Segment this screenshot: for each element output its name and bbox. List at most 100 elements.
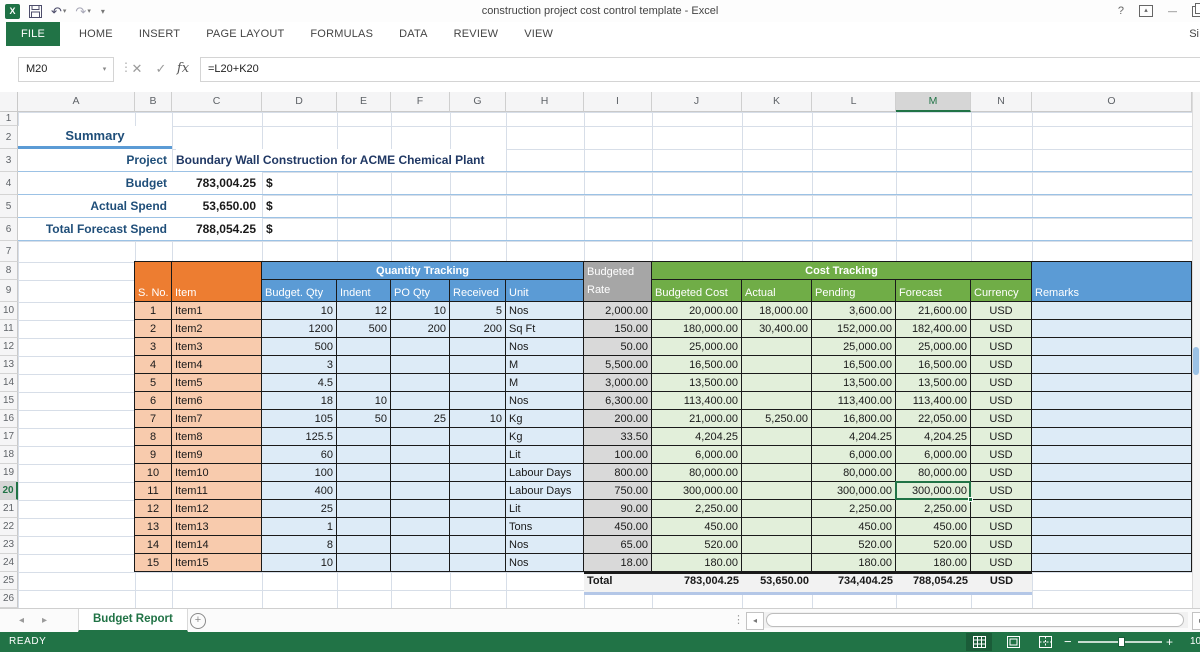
table-cell[interactable]: 2,000.00 bbox=[584, 302, 652, 320]
table-cell[interactable] bbox=[742, 554, 812, 572]
table-cell[interactable] bbox=[450, 500, 506, 518]
table-cell[interactable]: 6,000.00 bbox=[896, 446, 971, 464]
table-cell[interactable] bbox=[391, 338, 450, 356]
table-cell[interactable]: 300,000.00 bbox=[652, 482, 742, 500]
undo-caret-icon[interactable]: ▾ bbox=[63, 8, 67, 15]
page-layout-view-button[interactable] bbox=[1000, 633, 1026, 651]
table-cell[interactable]: 80,000.00 bbox=[812, 464, 896, 482]
table-cell[interactable] bbox=[391, 464, 450, 482]
row-header-3[interactable]: 3 bbox=[0, 149, 18, 172]
table-cell[interactable]: 520.00 bbox=[812, 536, 896, 554]
table-cell[interactable]: 100 bbox=[262, 464, 337, 482]
table-cell[interactable]: Nos bbox=[506, 554, 584, 572]
table-cell[interactable] bbox=[391, 428, 450, 446]
table-cell[interactable]: Item3 bbox=[172, 338, 262, 356]
table-cell[interactable]: USD bbox=[971, 482, 1032, 500]
row-header-26[interactable]: 26 bbox=[0, 590, 18, 608]
table-cell[interactable]: 5 bbox=[450, 302, 506, 320]
table-cell[interactable]: 10 bbox=[337, 392, 391, 410]
table-cell[interactable] bbox=[450, 518, 506, 536]
table-cell[interactable]: USD bbox=[971, 554, 1032, 572]
table-cell[interactable]: 450.00 bbox=[584, 518, 652, 536]
column-header-J[interactable]: J bbox=[652, 92, 742, 112]
table-cell[interactable]: 200.00 bbox=[584, 410, 652, 428]
header-remarks[interactable]: Remarks bbox=[1032, 262, 1192, 302]
header-forecast[interactable]: Forecast bbox=[896, 280, 971, 302]
redo-button[interactable]: ↷ ▾ bbox=[75, 5, 90, 18]
table-cell[interactable]: 80,000.00 bbox=[652, 464, 742, 482]
table-cell[interactable]: USD bbox=[971, 374, 1032, 392]
table-cell[interactable]: 4,204.25 bbox=[896, 428, 971, 446]
table-cell[interactable] bbox=[337, 428, 391, 446]
minimize-button[interactable]: — bbox=[1168, 7, 1177, 16]
table-cell[interactable] bbox=[337, 464, 391, 482]
sheet-nav-left-icon[interactable]: ◂ bbox=[19, 609, 24, 632]
header-pending[interactable]: Pending bbox=[812, 280, 896, 302]
worksheet-grid[interactable]: ABCDEFGHIJKLMNO1234567891011121314151617… bbox=[0, 92, 1200, 608]
table-cell[interactable]: 800.00 bbox=[584, 464, 652, 482]
horizontal-scrollbar-thumb[interactable] bbox=[766, 613, 1184, 627]
table-cell[interactable]: USD bbox=[971, 392, 1032, 410]
table-cell[interactable]: Item12 bbox=[172, 500, 262, 518]
header-actual[interactable]: Actual bbox=[742, 280, 812, 302]
table-cell[interactable]: Item7 bbox=[172, 410, 262, 428]
table-cell[interactable] bbox=[450, 536, 506, 554]
row-header-11[interactable]: 11 bbox=[0, 320, 18, 338]
table-cell[interactable] bbox=[742, 374, 812, 392]
row-header-10[interactable]: 10 bbox=[0, 302, 18, 320]
header-indent[interactable]: Indent bbox=[337, 280, 391, 302]
enter-icon[interactable]: ✓ bbox=[150, 57, 172, 80]
table-cell[interactable]: 10 bbox=[450, 410, 506, 428]
table-cell[interactable]: 300,000.00 bbox=[896, 482, 971, 500]
table-cell[interactable]: 11 bbox=[135, 482, 172, 500]
table-cell[interactable]: 5,500.00 bbox=[584, 356, 652, 374]
table-cell[interactable] bbox=[337, 446, 391, 464]
table-cell[interactable]: 25,000.00 bbox=[652, 338, 742, 356]
table-cell[interactable]: 450.00 bbox=[652, 518, 742, 536]
table-cell[interactable] bbox=[337, 482, 391, 500]
table-cell[interactable]: 13,500.00 bbox=[652, 374, 742, 392]
column-header-F[interactable]: F bbox=[391, 92, 450, 112]
cancel-icon[interactable]: ✕ bbox=[126, 57, 148, 80]
table-cell[interactable]: 750.00 bbox=[584, 482, 652, 500]
table-cell[interactable]: Item10 bbox=[172, 464, 262, 482]
restore-button[interactable] bbox=[1192, 6, 1200, 17]
row-header-18[interactable]: 18 bbox=[0, 446, 18, 464]
table-cell-remarks[interactable] bbox=[1032, 302, 1192, 320]
table-cell[interactable]: 18,000.00 bbox=[742, 302, 812, 320]
table-cell[interactable]: 9 bbox=[135, 446, 172, 464]
table-cell[interactable]: 10 bbox=[262, 554, 337, 572]
summary-value[interactable]: 788,054.25 bbox=[172, 218, 262, 241]
table-cell[interactable]: USD bbox=[971, 356, 1032, 374]
table-cell[interactable]: 400 bbox=[262, 482, 337, 500]
row-header-21[interactable]: 21 bbox=[0, 500, 18, 518]
table-cell[interactable]: 13 bbox=[135, 518, 172, 536]
page-break-view-button[interactable] bbox=[1032, 633, 1058, 651]
table-cell[interactable]: Item2 bbox=[172, 320, 262, 338]
row-header-6[interactable]: 6 bbox=[0, 218, 18, 241]
column-header-G[interactable]: G bbox=[450, 92, 506, 112]
table-cell[interactable] bbox=[742, 482, 812, 500]
table-cell-remarks[interactable] bbox=[1032, 500, 1192, 518]
tab-view[interactable]: VIEW bbox=[511, 22, 566, 46]
tab-data[interactable]: DATA bbox=[386, 22, 441, 46]
table-cell[interactable]: 25,000.00 bbox=[812, 338, 896, 356]
table-cell[interactable]: 12 bbox=[135, 500, 172, 518]
table-cell[interactable]: Lit bbox=[506, 446, 584, 464]
table-cell[interactable] bbox=[337, 356, 391, 374]
column-header-H[interactable]: H bbox=[506, 92, 584, 112]
column-header-B[interactable]: B bbox=[135, 92, 172, 112]
table-cell[interactable]: 3 bbox=[135, 338, 172, 356]
table-cell[interactable]: 2,250.00 bbox=[896, 500, 971, 518]
table-cell[interactable]: 3,000.00 bbox=[584, 374, 652, 392]
table-cell[interactable] bbox=[391, 374, 450, 392]
column-header-A[interactable]: A bbox=[18, 92, 135, 112]
table-cell[interactable]: 5 bbox=[135, 374, 172, 392]
header-quantity-tracking[interactable]: Quantity Tracking bbox=[262, 262, 584, 280]
table-cell[interactable]: 21,000.00 bbox=[652, 410, 742, 428]
table-cell[interactable]: USD bbox=[971, 536, 1032, 554]
table-cell[interactable]: 13,500.00 bbox=[896, 374, 971, 392]
table-cell[interactable] bbox=[337, 374, 391, 392]
table-cell-remarks[interactable] bbox=[1032, 518, 1192, 536]
table-cell[interactable]: USD bbox=[971, 338, 1032, 356]
